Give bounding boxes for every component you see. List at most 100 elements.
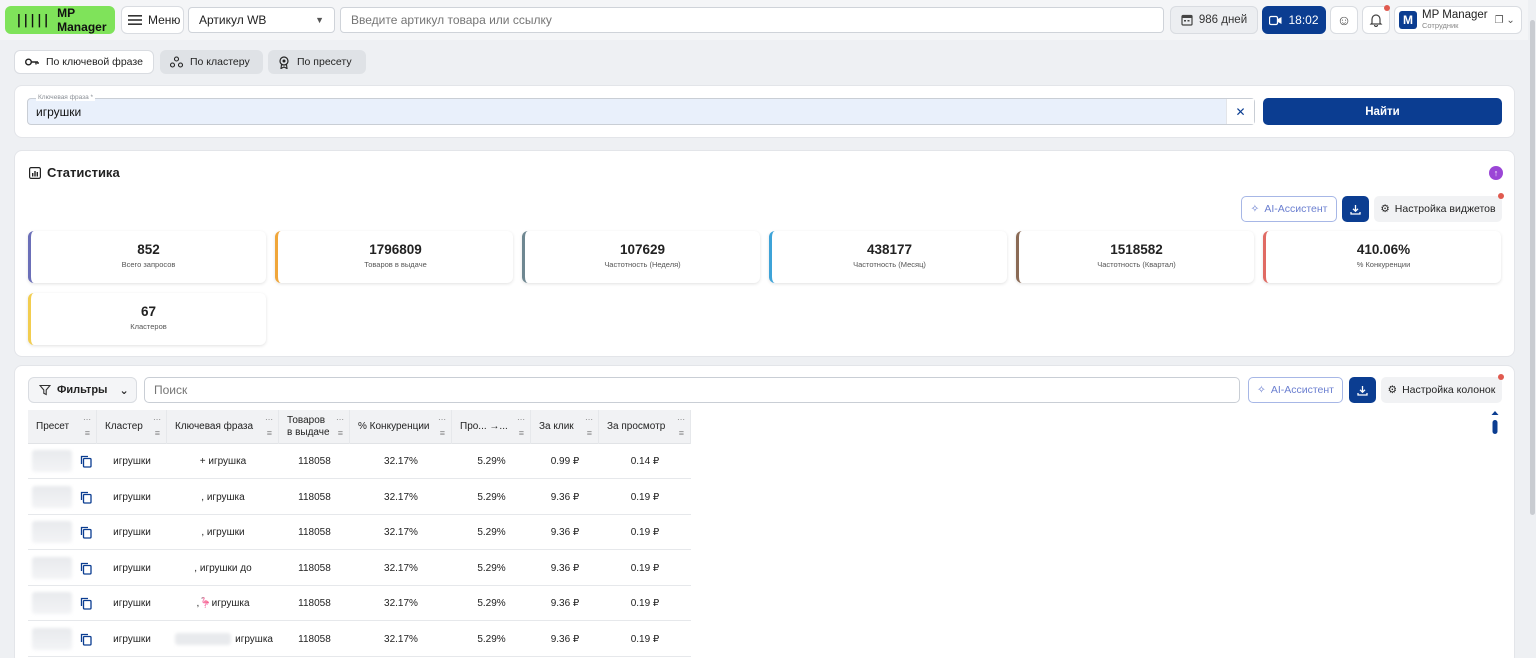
keyword-input[interactable] <box>27 98 1255 125</box>
top-bar: ||||| MP Manager Меню Артикул WB ▼ 986 д… <box>0 0 1528 40</box>
column-settings-button[interactable]: ⚙ Настройка колонок <box>1381 377 1502 403</box>
caret-down-icon: ▼ <box>315 15 324 25</box>
table-row[interactable]: игрушки , игрушка 118058 32.17% 5.29% 9.36 ₽ 0… <box>28 479 691 515</box>
user-menu-button[interactable]: M MP Manager Сотрудник ❐ ⌄ <box>1394 6 1522 34</box>
column-header[interactable]: Товаров в выдаче ⋯ ≡ <box>279 410 350 444</box>
calendar-icon <box>1181 14 1193 26</box>
notification-dot <box>1384 5 1390 11</box>
tab-by-phrase[interactable]: По ключевой фразе <box>14 50 154 74</box>
column-menu-icon[interactable]: ⋯ <box>265 414 273 426</box>
cell-text: 0.19 ₽ <box>630 633 660 645</box>
column-header[interactable]: Кластер ⋯ ≡ <box>97 410 167 444</box>
cell-pro: 5.29% <box>452 586 531 621</box>
cell-cluster: игрушки <box>97 622 167 657</box>
column-filter-icon[interactable]: ≡ <box>519 427 524 439</box>
copy-icon[interactable] <box>80 455 92 468</box>
column-header[interactable]: Ключевая фраза ⋯ ≡ <box>167 410 279 444</box>
column-menu-icon[interactable]: ⋯ <box>585 414 593 426</box>
widget-settings-button[interactable]: ⚙ Настройка виджетов <box>1374 196 1502 222</box>
menu-button[interactable]: Меню <box>121 6 184 34</box>
cell-competition: 32.17% <box>350 515 452 550</box>
column-menu-icon[interactable]: ⋯ <box>517 414 525 426</box>
column-header[interactable]: % Конкуренции ⋯ ≡ <box>350 410 452 444</box>
cell-cluster: игрушки <box>97 586 167 621</box>
column-filter-icon[interactable]: ≡ <box>587 427 592 439</box>
column-filter-icon[interactable]: ≡ <box>155 427 160 439</box>
logo-button[interactable]: ||||| MP Manager <box>5 6 115 34</box>
column-menu-icon[interactable]: ⋯ <box>153 414 161 426</box>
column-menu-icon[interactable]: ⋯ <box>83 414 91 426</box>
column-header[interactable]: Пресет ⋯ ≡ <box>28 410 97 444</box>
sparkle-icon: ✧ <box>1257 384 1266 396</box>
find-button[interactable]: Найти <box>1263 98 1502 125</box>
column-menu-icon[interactable]: ⋯ <box>336 414 344 426</box>
smile-button[interactable]: ☺ <box>1330 6 1358 34</box>
subscription-days-button[interactable]: 986 дней <box>1170 6 1258 34</box>
table-ai-assistant-button[interactable]: ✧ AI-Ассистент <box>1248 377 1343 403</box>
cell-text: 0.19 ₽ <box>630 527 660 538</box>
scroll-up-button[interactable]: ↑ <box>1489 166 1503 180</box>
cell-click: 9.36 ₽ <box>531 551 599 586</box>
tab-by-phrase-label: По ключевой фразе <box>46 56 143 68</box>
cell-text: 9.36 ₽ <box>550 527 580 538</box>
column-menu-icon[interactable]: ⋯ <box>438 414 446 426</box>
cell-text: 9.36 ₽ <box>550 562 580 574</box>
page-scrollbar[interactable] <box>1530 20 1535 515</box>
table-row[interactable]: игрушки , игрушки 118058 32.17% 5.29% 9.36 ₽ 0… <box>28 515 691 550</box>
cell-text: 32.17% <box>384 491 418 503</box>
column-filter-icon[interactable]: ≡ <box>85 427 90 439</box>
stat-tile: 1518582 Частотность (Квартал) <box>1016 231 1254 283</box>
stat-value: 67 <box>140 304 157 319</box>
stat-label: Товаров в выдаче <box>364 260 427 269</box>
copy-icon[interactable] <box>80 597 92 610</box>
article-type-select[interactable]: Артикул WB ▼ <box>188 7 335 33</box>
keyword-input-value: игрушки <box>36 105 82 119</box>
column-header[interactable]: За просмотр ⋯ ≡ <box>599 410 691 444</box>
table-row[interactable]: игрушки + игрушка 118058 32.17% 5.29% 0.99 ₽ 0… <box>28 444 691 479</box>
table-row[interactable]: игрушки игрушка 118058 32.17% 5.29% 9.36 ₽ 0.1… <box>28 621 691 657</box>
copy-icon[interactable] <box>80 562 92 575</box>
column-header[interactable]: Про... →... ⋯ ≡ <box>452 410 531 444</box>
column-filter-icon[interactable]: ≡ <box>338 427 343 439</box>
video-call-button[interactable]: 18:02 <box>1262 6 1326 34</box>
cell-text: 5.29% <box>477 527 506 538</box>
column-filter-icon[interactable]: ≡ <box>267 427 272 439</box>
table-row[interactable]: игрушки , игрушки до 118058 32.17% 5.29% 9.36… <box>28 550 691 586</box>
stat-tile: 1796809 Товаров в выдаче <box>275 231 513 283</box>
column-filter-icon[interactable]: ≡ <box>679 427 684 439</box>
preset-blurred <box>32 592 72 614</box>
logo-label: MP Manager <box>57 6 107 34</box>
cell-text: 5.29% <box>477 633 506 645</box>
cell-view: 0.14 ₽ <box>599 444 691 479</box>
article-search-input[interactable] <box>340 7 1164 33</box>
download-stats-button[interactable] <box>1342 196 1369 222</box>
close-icon: ✕ <box>1235 104 1246 119</box>
cell-text: 5.29% <box>477 456 506 467</box>
tab-by-preset[interactable]: По пресету <box>268 50 366 74</box>
clear-keyword-button[interactable]: ✕ <box>1226 99 1254 124</box>
table-scroll-handle[interactable] <box>1491 411 1499 435</box>
column-header[interactable]: За клик ⋯ ≡ <box>531 410 599 444</box>
copy-icon[interactable] <box>80 633 92 646</box>
cell-text: игрушки <box>113 633 151 645</box>
statistics-title-text: Статистика <box>47 165 120 180</box>
cell-goods: 118058 <box>279 480 350 515</box>
copy-icon[interactable] <box>80 491 92 504</box>
tab-by-cluster[interactable]: По кластеру <box>160 50 263 74</box>
download-table-button[interactable] <box>1349 377 1376 403</box>
table-row[interactable]: игрушки ,🦩игрушка 118058 32.17% 5.29% 9.36 ₽ 0… <box>28 586 691 621</box>
table-search-input[interactable] <box>144 377 1240 403</box>
column-header-label: Про... →... <box>460 421 508 432</box>
cell-competition: 32.17% <box>350 586 452 621</box>
filters-button[interactable]: Фильтры ⌄ <box>28 377 137 403</box>
ai-assistant-button[interactable]: ✧ AI-Ассистент <box>1241 196 1337 222</box>
cell-text: 9.36 ₽ <box>550 598 580 609</box>
gear-icon: ⚙ <box>1387 384 1398 396</box>
column-filter-icon[interactable]: ≡ <box>440 427 445 439</box>
column-menu-icon[interactable]: ⋯ <box>677 414 685 426</box>
cell-text: 0.14 ₽ <box>630 456 660 467</box>
column-header-label: За просмотр <box>607 421 666 432</box>
copy-icon[interactable] <box>80 526 92 539</box>
cell-competition: 32.17% <box>350 480 452 515</box>
stat-tile: 852 Всего запросов <box>28 231 266 283</box>
